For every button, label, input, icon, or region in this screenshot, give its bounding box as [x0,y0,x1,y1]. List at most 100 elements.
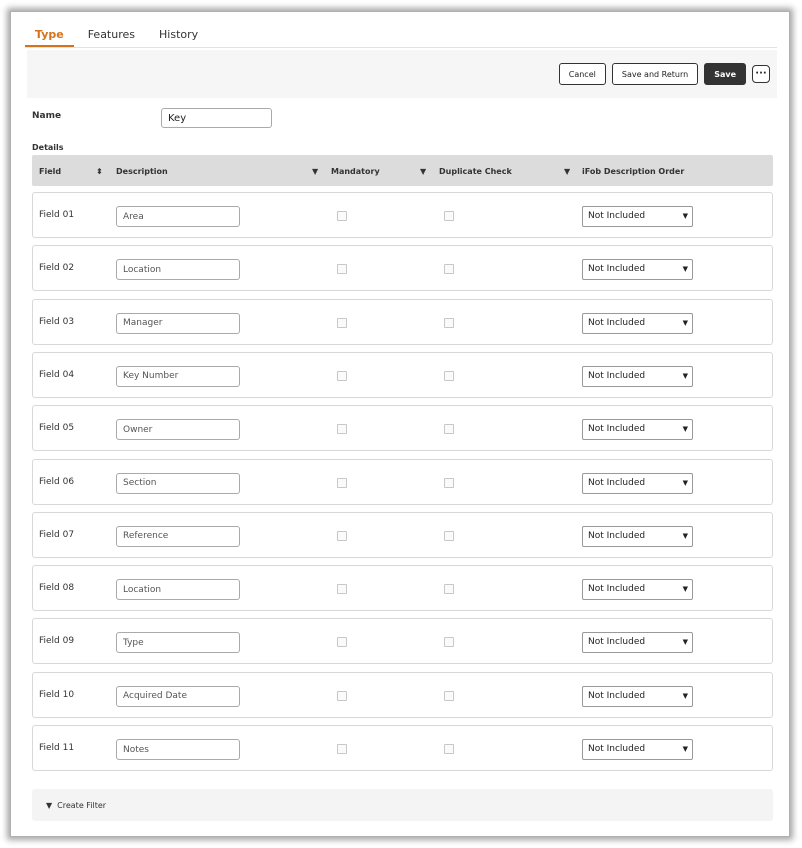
description-input[interactable] [116,632,240,654]
table-row: Field 04 Not Included ▼ [32,351,773,398]
table-header: Field ⬍ Description ▼ Mandatory ▼ Duplic… [32,155,773,186]
duplicate-check-checkbox[interactable] [444,317,454,328]
ifob-order-select[interactable]: Not Included ▼ [582,206,693,227]
ifob-order-value: Not Included [588,424,646,435]
more-options-button[interactable]: ··· [752,65,770,83]
duplicate-check-checkbox[interactable] [444,530,454,541]
ifob-order-value: Not Included [588,211,646,221]
duplicate-check-checkbox[interactable] [444,584,454,595]
tab-history[interactable]: History [149,26,208,48]
description-input[interactable] [116,259,240,281]
table-row: Field 05 Not Included ▼ [32,405,773,452]
ifob-order-value: Not Included [588,370,646,381]
mandatory-checkbox[interactable] [337,690,347,701]
duplicate-check-checkbox[interactable] [444,637,454,648]
name-input[interactable] [161,108,272,128]
duplicate-check-checkbox[interactable] [444,370,454,381]
tab-features[interactable]: Features [78,26,145,48]
ifob-order-value: Not Included [588,530,646,541]
caret-down-icon: ▼ [682,212,688,220]
description-input[interactable] [116,419,240,441]
create-filter-button[interactable]: ▼ Create Filter [46,801,106,810]
mandatory-checkbox[interactable] [337,584,347,595]
ifob-order-value: Not Included [588,317,646,328]
column-header-description[interactable]: Description [116,167,168,176]
table-row: Field 07 Not Included ▼ [32,511,773,558]
ifob-order-select[interactable]: Not Included ▼ [582,525,693,547]
filter-icon: ▼ [46,801,53,810]
field-name: Field 08 [39,583,75,594]
caret-down-icon: ▼ [682,745,688,753]
column-header-ifob-order[interactable]: iFob Description Order [582,167,684,176]
field-name: Field 06 [39,476,75,487]
save-and-return-button[interactable]: Save and Return [611,63,699,85]
mandatory-checkbox[interactable] [337,637,347,648]
ifob-order-select[interactable]: Not Included ▼ [582,579,693,601]
column-header-mandatory[interactable]: Mandatory [331,167,380,176]
page-frame: Type Features History Cancel Save and Re… [10,11,790,837]
table-row: Field 01 Not Included ▼ [32,192,773,238]
table-footer: ▼ Create Filter [32,789,773,821]
ifob-order-select[interactable]: Not Included ▼ [582,259,693,281]
ifob-order-select[interactable]: Not Included ▼ [582,419,693,441]
table-row: Field 10 Not Included ▼ [32,671,773,718]
description-input[interactable] [116,365,240,387]
mandatory-checkbox[interactable] [337,317,347,328]
column-header-field[interactable]: Field [39,167,61,176]
caret-down-icon: ▼ [682,638,688,647]
mandatory-checkbox[interactable] [337,370,347,381]
caret-down-icon: ▼ [682,318,688,327]
ifob-order-value: Not Included [588,690,646,701]
filter-icon[interactable]: ▼ [564,167,570,176]
description-input[interactable] [116,206,240,227]
field-name: Field 10 [39,689,75,700]
filter-icon[interactable]: ▼ [420,167,426,176]
save-button[interactable]: Save [704,63,746,85]
description-input[interactable] [116,472,240,494]
field-name: Field 11 [39,743,75,753]
duplicate-check-checkbox[interactable] [444,424,454,435]
name-label: Name [32,111,62,121]
table-row: Field 11 Not Included ▼ [32,725,773,771]
caret-down-icon: ▼ [682,531,688,540]
description-input[interactable] [116,525,240,547]
duplicate-check-checkbox[interactable] [444,744,454,754]
description-input[interactable] [116,739,240,760]
filter-icon[interactable]: ▼ [312,167,318,176]
tab-type[interactable]: Type [25,26,74,48]
description-input[interactable] [116,579,240,601]
field-name: Field 07 [39,529,75,540]
mandatory-checkbox[interactable] [337,530,347,541]
duplicate-check-checkbox[interactable] [444,264,454,275]
ifob-order-value: Not Included [588,744,646,754]
ifob-order-select[interactable]: Not Included ▼ [582,312,693,334]
ifob-order-value: Not Included [588,264,646,275]
duplicate-check-checkbox[interactable] [444,690,454,701]
description-input[interactable] [116,685,240,707]
sort-icon[interactable]: ⬍ [96,167,103,176]
mandatory-checkbox[interactable] [337,264,347,275]
ifob-order-select[interactable]: Not Included ▼ [582,632,693,654]
mandatory-checkbox[interactable] [337,477,347,488]
tab-divider [25,47,777,48]
duplicate-check-checkbox[interactable] [444,211,454,221]
column-header-duplicate-check[interactable]: Duplicate Check [439,167,512,176]
ifob-order-select[interactable]: Not Included ▼ [582,739,693,760]
tab-bar: Type Features History [25,26,212,48]
mandatory-checkbox[interactable] [337,744,347,754]
description-input[interactable] [116,312,240,334]
duplicate-check-checkbox[interactable] [444,477,454,488]
table-row: Field 08 Not Included ▼ [32,565,773,612]
mandatory-checkbox[interactable] [337,424,347,435]
caret-down-icon: ▼ [682,585,688,594]
table-row: Field 09 Not Included ▼ [32,618,773,665]
table-row: Field 02 Not Included ▼ [32,245,773,292]
ifob-order-select[interactable]: Not Included ▼ [582,685,693,707]
ifob-order-select[interactable]: Not Included ▼ [582,472,693,494]
caret-down-icon: ▼ [682,691,688,700]
details-label: Details [32,143,64,152]
ifob-order-select[interactable]: Not Included ▼ [582,365,693,387]
field-name: Field 01 [39,210,75,220]
cancel-button[interactable]: Cancel [558,63,606,85]
mandatory-checkbox[interactable] [337,211,347,221]
